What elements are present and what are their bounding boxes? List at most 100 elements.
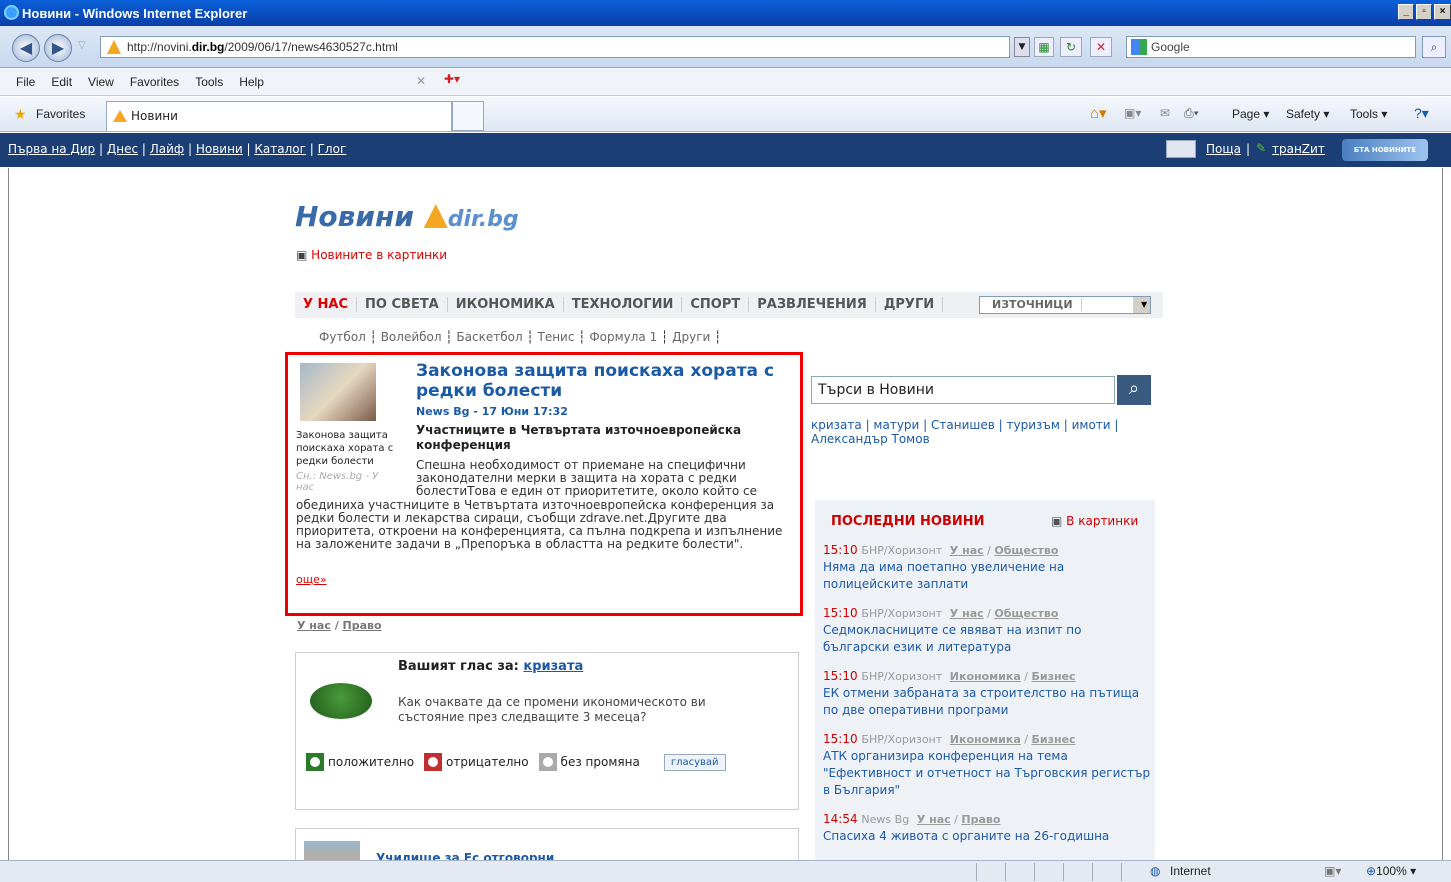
read-more-link[interactable]: още» xyxy=(296,573,327,586)
tranzit-link[interactable]: транZит xyxy=(1272,142,1325,156)
tag-link[interactable]: матури xyxy=(873,418,919,432)
tools-menu[interactable]: Tools ▾ xyxy=(1350,107,1387,121)
browser-tab[interactable]: Новини xyxy=(106,101,452,131)
subcat-formula1[interactable]: Формула 1 xyxy=(589,330,657,344)
list-item: 15:10 БНР/Хоризонт Икономика / Бизнес АТ… xyxy=(823,732,1151,797)
menu-file[interactable]: File xyxy=(16,75,35,89)
portal-link-life[interactable]: Лайф xyxy=(150,142,184,156)
subcat-other[interactable]: Други xyxy=(672,330,710,344)
tag-link[interactable]: Александър Томов xyxy=(811,432,930,446)
latest-news-title[interactable]: Спасиха 4 живота с органите на 26-годишн… xyxy=(823,829,1109,843)
subcat-volleyball[interactable]: Волейбол xyxy=(381,330,442,344)
portal-link-glog[interactable]: Глог xyxy=(318,142,347,156)
stop-icon[interactable]: ✕ xyxy=(1090,37,1112,57)
close-toolbar-icon[interactable]: ✕ xyxy=(416,74,426,88)
mail-icon[interactable]: ✉ xyxy=(1160,106,1170,120)
pictures-link[interactable]: ▣ Новините в картинки xyxy=(296,248,447,262)
tag-link[interactable]: имоти xyxy=(1072,418,1111,432)
latest-news-title[interactable]: Няма да има поетапно увеличение на полиц… xyxy=(823,560,1064,591)
help-icon[interactable]: ?▾ xyxy=(1414,105,1429,122)
option-nochange-radio[interactable] xyxy=(538,753,557,771)
article-source-date: News Bg - 17 Юни 17:32 xyxy=(416,405,568,418)
tag-link[interactable]: Станишев xyxy=(931,418,995,432)
search-go-icon[interactable]: ⌕ xyxy=(1422,36,1446,58)
subcat-basketball[interactable]: Баскетбол xyxy=(456,330,522,344)
option-positive-radio[interactable] xyxy=(306,753,324,771)
promo-link[interactable]: Училище за Ес отговорни xyxy=(376,851,554,860)
latest-news-title[interactable]: АТК организира конференция на тема "Ефек… xyxy=(823,749,1150,797)
feeds-icon[interactable]: ▣▾ xyxy=(1124,106,1141,120)
article-cat-link[interactable]: У нас xyxy=(297,619,331,632)
category-u-nas[interactable]: У НАС xyxy=(295,297,358,312)
news-search-input[interactable]: Търси в Новини xyxy=(811,376,1115,404)
portal-link-home[interactable]: Първа на Дир xyxy=(8,142,95,156)
ie-logo-icon xyxy=(4,5,19,20)
latest-heading: ПОСЛЕДНИ НОВИНИ xyxy=(831,514,985,529)
latest-pictures-link[interactable]: ▣ В картинки xyxy=(1051,514,1138,528)
toolbar-addon-icon[interactable]: ✚▾ xyxy=(444,72,460,86)
status-bar: ◍ Internet ▣▾ ⊕100% ▾ xyxy=(0,860,1451,882)
menu-bar: File Edit View Favorites Tools Help ✕ ✚▾ xyxy=(0,68,1451,96)
refresh-icon[interactable]: ↻ xyxy=(1060,37,1082,57)
page-menu[interactable]: Page ▾ xyxy=(1232,107,1269,121)
search-box[interactable]: Google xyxy=(1126,36,1416,58)
google-icon xyxy=(1131,39,1147,55)
category-tehnologii[interactable]: ТЕХНОЛОГИИ xyxy=(563,297,683,312)
news-search-button[interactable]: ⌕ xyxy=(1117,375,1151,405)
mail-link[interactable]: Поща xyxy=(1206,142,1241,156)
home-icon[interactable]: ⌂▾ xyxy=(1090,104,1107,122)
latest-news-title[interactable]: Седмокласниците се явяват на изпит по бъ… xyxy=(823,623,1082,654)
poll-question: Как очаквате да се промени икономическот… xyxy=(398,695,706,724)
menu-help[interactable]: Help xyxy=(239,75,264,89)
favorites-button[interactable]: Favorites xyxy=(36,107,85,121)
menu-view[interactable]: View xyxy=(88,75,114,89)
url-field[interactable]: http://novini.dir.bg/2009/06/17/news4630… xyxy=(100,36,1010,58)
compat-view-icon[interactable]: ▦ xyxy=(1034,37,1054,57)
category-ikonomika[interactable]: ИКОНОМИКА xyxy=(447,297,564,312)
protected-mode-icon[interactable]: ▣▾ xyxy=(1324,864,1341,878)
portal-link-catalog[interactable]: Каталог xyxy=(254,142,306,156)
article-title[interactable]: Законова защита поискаха хората с редки … xyxy=(416,361,800,401)
subcat-tennis[interactable]: Тенис xyxy=(537,330,574,344)
option-nochange-label: без промяна xyxy=(560,755,640,769)
article-photo[interactable] xyxy=(300,363,376,421)
minimize-button[interactable]: _ xyxy=(1398,4,1414,20)
category-razvlecheniya[interactable]: РАЗВЛЕЧЕНИЯ xyxy=(749,297,876,312)
portal-link-news[interactable]: Новини xyxy=(196,142,243,156)
portal-navbar: Първа на Дир | Днес | Лайф | Новини | Ка… xyxy=(0,133,1451,167)
logo-word: Новини xyxy=(295,200,414,233)
subcat-football[interactable]: Футбол xyxy=(319,330,366,344)
category-drugi[interactable]: ДРУГИ xyxy=(875,297,944,312)
article-subcat-link[interactable]: Право xyxy=(343,619,382,632)
site-favicon-icon xyxy=(107,40,121,54)
bta-banner[interactable]: БТА НОВИНИТЕ xyxy=(1342,139,1428,161)
tag-link[interactable]: туризъм xyxy=(1007,418,1060,432)
menu-favorites[interactable]: Favorites xyxy=(130,75,179,89)
portal-link-dnes[interactable]: Днес xyxy=(107,142,138,156)
menu-edit[interactable]: Edit xyxy=(51,75,72,89)
tag-link[interactable]: кризата xyxy=(811,418,862,432)
option-negative-radio[interactable] xyxy=(424,753,443,771)
zoom-level[interactable]: ⊕100% ▾ xyxy=(1366,864,1416,878)
safety-menu[interactable]: Safety ▾ xyxy=(1286,107,1329,121)
category-po-sveta[interactable]: ПО СВЕТА xyxy=(357,297,448,312)
promo-image[interactable] xyxy=(304,841,360,860)
category-sport[interactable]: СПОРТ xyxy=(682,297,750,312)
forward-button[interactable]: ▶ xyxy=(44,34,72,62)
history-dropdown-icon[interactable]: ▽ xyxy=(78,40,86,51)
site-logo[interactable]: Новини dir.bg xyxy=(295,200,519,233)
mail-envelope-icon[interactable] xyxy=(1166,140,1196,158)
tranzit-icon: ✎ xyxy=(1256,141,1267,155)
close-window-button[interactable]: × xyxy=(1434,4,1451,20)
vote-button[interactable]: гласувай xyxy=(663,753,726,771)
latest-news-title[interactable]: ЕК отмени забраната за строителство на п… xyxy=(823,686,1139,717)
sources-select[interactable]: ИЗТОЧНИЦИ ▼ xyxy=(979,296,1151,314)
new-tab-button[interactable] xyxy=(452,101,484,131)
promo-box: Училище за Ес отговорни xyxy=(295,828,799,860)
back-button[interactable]: ◀ xyxy=(12,34,40,62)
maximize-button[interactable]: ▫ xyxy=(1416,4,1432,20)
print-icon[interactable]: ⎙▾ xyxy=(1184,106,1199,121)
url-dropdown-button[interactable]: ▼ xyxy=(1014,37,1030,57)
poll-topic-link[interactable]: кризата xyxy=(523,659,583,674)
menu-tools[interactable]: Tools xyxy=(195,75,223,89)
